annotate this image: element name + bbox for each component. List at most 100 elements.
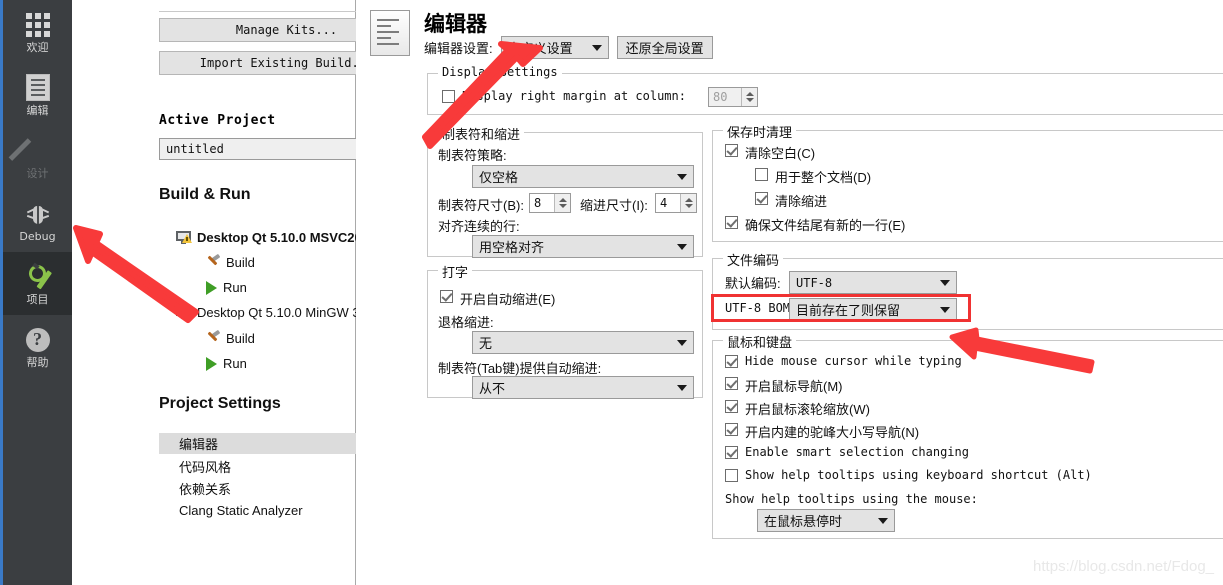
mode-label-welcome: 欢迎 [26, 40, 49, 54]
tab-policy-value: 仅空格 [479, 170, 519, 185]
chevron-down-icon [940, 306, 950, 313]
mode-sidebar: 欢迎 编辑 设计 Debug 项目 ? 帮助 [0, 0, 75, 585]
hide-mouse-cursor-checkbox[interactable]: Hide mouse cursor while typing [725, 354, 962, 368]
tabs-and-indentation-group: 制表符和缩进 制表符策略: 仅空格 制表符尺寸(B): 8 缩进尺寸(I): 4… [427, 124, 703, 258]
project-settings-heading: Project Settings [159, 395, 281, 412]
spin-buttons[interactable] [741, 88, 757, 106]
align-continuation-value: 用空格对齐 [479, 240, 545, 255]
spin-buttons[interactable] [554, 194, 570, 212]
clean-indentation-checkbox[interactable]: 清除缩进 [755, 191, 827, 210]
tab-policy-select[interactable]: 仅空格 [472, 165, 694, 188]
chevron-down-icon [677, 339, 687, 346]
play-icon [206, 356, 217, 371]
qt-creator-window: 欢迎 编辑 设计 Debug 项目 ? 帮助 Manage Kits... Im… [0, 0, 1223, 585]
typing-group: 打字 开启自动缩进(E) 退格缩进: 无 制表符(Tab键)提供自动缩进: 从不 [427, 262, 703, 399]
tree-item-build-msvc[interactable]: Build [206, 253, 255, 270]
editor-settings-row: 编辑器设置: 自定义设置 还原全局设置 [424, 36, 713, 59]
enable-camel-case-navigation-checkbox[interactable]: 开启内建的驼峰大小写导航(N) [725, 422, 919, 441]
tree-item-build-mingw[interactable]: Build [206, 329, 255, 346]
enable-auto-indent-checkbox[interactable]: 开启自动缩进(E) [440, 289, 555, 308]
restore-global-settings-button[interactable]: 还原全局设置 [616, 36, 713, 59]
default-encoding-value: UTF-8 [796, 275, 833, 290]
checkbox-box [725, 355, 738, 368]
tab-size-spinbox[interactable]: 8 [529, 193, 571, 213]
enable-scroll-wheel-zoom-checkbox[interactable]: 开启鼠标滚轮缩放(W) [725, 399, 870, 418]
file-encoding-title: 文件编码 [723, 250, 784, 269]
checkbox-box [725, 377, 738, 390]
show-help-tooltips-mouse-select[interactable]: 在鼠标悬停时 [757, 509, 895, 532]
tree-item-label: Run [223, 356, 247, 371]
checkbox-box [725, 469, 738, 482]
backspace-indentation-value: 无 [479, 336, 493, 351]
chevron-down-icon [677, 384, 687, 391]
tree-item-label: Build [226, 255, 255, 270]
spin-buttons[interactable] [680, 194, 696, 212]
clean-whitespace-checkbox[interactable]: 清除空白(C) [725, 143, 815, 162]
editor-page-icon [370, 10, 410, 56]
pencil-icon [25, 136, 51, 166]
checkbox-box [725, 423, 738, 436]
show-help-tooltips-mouse-value: 在鼠标悬停时 [764, 514, 843, 529]
default-encoding-select[interactable]: UTF-8 [789, 271, 957, 294]
checkbox-label: 清除缩进 [775, 194, 828, 209]
mode-item-debug[interactable]: Debug [3, 189, 72, 252]
tab-key-indent-label: 制表符(Tab键)提供自动缩进: [438, 361, 602, 376]
editor-settings-label: 编辑器设置: [424, 41, 493, 56]
active-project-heading: Active Project [159, 113, 276, 128]
show-help-tooltips-keyboard-checkbox[interactable]: Show help tooltips using keyboard shortc… [725, 468, 1092, 482]
ensure-newline-checkbox[interactable]: 确保文件结尾有新的一行(E) [725, 215, 905, 234]
mode-item-edit[interactable]: 编辑 [3, 63, 72, 126]
utf8-bom-value: 目前存在了则保留 [796, 303, 901, 318]
backspace-indentation-select[interactable]: 无 [472, 331, 694, 354]
chevron-down-icon [591, 44, 602, 51]
enable-smart-selection-checkbox[interactable]: Enable smart selection changing [725, 445, 969, 459]
checkbox-label: Hide mouse cursor while typing [745, 354, 962, 368]
tab-key-indent-select[interactable]: 从不 [472, 376, 694, 399]
right-margin-column-spinbox[interactable]: 80 [708, 87, 758, 107]
checkbox-box [725, 216, 738, 229]
tree-item-label: Desktop Qt 5.10.0 MinGW 32bit [197, 305, 381, 320]
checkbox-label: 确保文件结尾有新的一行(E) [745, 218, 906, 233]
backspace-indentation-label: 退格缩进: [438, 315, 494, 330]
mode-item-help[interactable]: ? 帮助 [3, 315, 72, 378]
checkbox-box [440, 290, 453, 303]
align-continuation-select[interactable]: 用空格对齐 [472, 235, 694, 258]
checkbox-box [725, 144, 738, 157]
utf8-bom-select[interactable]: 目前存在了则保留 [789, 298, 957, 321]
tab-key-indent-value: 从不 [479, 381, 506, 396]
in-entire-document-checkbox[interactable]: 用于整个文档(D) [755, 167, 871, 186]
checkbox-label: Display right margin at column: [462, 89, 686, 103]
spin-value: 8 [534, 196, 542, 210]
tree-item-kit-mingw[interactable]: Desktop Qt 5.10.0 MinGW 32bit [176, 305, 381, 320]
checkbox-box [755, 168, 768, 181]
typing-title: 打字 [438, 262, 473, 281]
hammer-icon [206, 253, 221, 270]
project-left-panel: Manage Kits... Import Existing Build... … [72, 0, 418, 585]
mode-item-projects[interactable]: 项目 [3, 252, 72, 315]
chevron-down-icon [940, 279, 950, 286]
display-right-margin-checkbox[interactable]: Display right margin at column: [442, 89, 686, 103]
chevron-down-icon [878, 517, 888, 524]
checkbox-label: Enable smart selection changing [745, 445, 969, 459]
play-icon [206, 280, 217, 295]
tree-item-run-msvc[interactable]: Run [206, 280, 247, 295]
wrench-icon [25, 261, 52, 292]
checkbox-label: 清除空白(C) [745, 146, 816, 161]
indent-size-spinbox[interactable]: 4 [655, 193, 697, 213]
checkbox-label: 用于整个文档(D) [775, 170, 872, 185]
mode-label-debug: Debug [19, 229, 56, 243]
hammer-icon [206, 329, 221, 346]
document-icon [25, 73, 50, 103]
mode-label-design: 设计 [26, 166, 49, 180]
checkbox-label: 开启鼠标导航(M) [745, 379, 843, 394]
editor-settings-select[interactable]: 自定义设置 [500, 36, 609, 59]
bug-icon [26, 199, 49, 229]
enable-mouse-navigation-checkbox[interactable]: 开启鼠标导航(M) [725, 376, 843, 395]
mode-item-design[interactable]: 设计 [3, 126, 72, 189]
checkbox-box [725, 446, 738, 459]
mode-label-projects: 项目 [26, 292, 49, 306]
mode-item-welcome[interactable]: 欢迎 [3, 0, 72, 63]
checkbox-box [442, 90, 455, 103]
tree-item-run-mingw[interactable]: Run [206, 356, 247, 371]
tab-policy-label: 制表符策略: [438, 148, 507, 163]
